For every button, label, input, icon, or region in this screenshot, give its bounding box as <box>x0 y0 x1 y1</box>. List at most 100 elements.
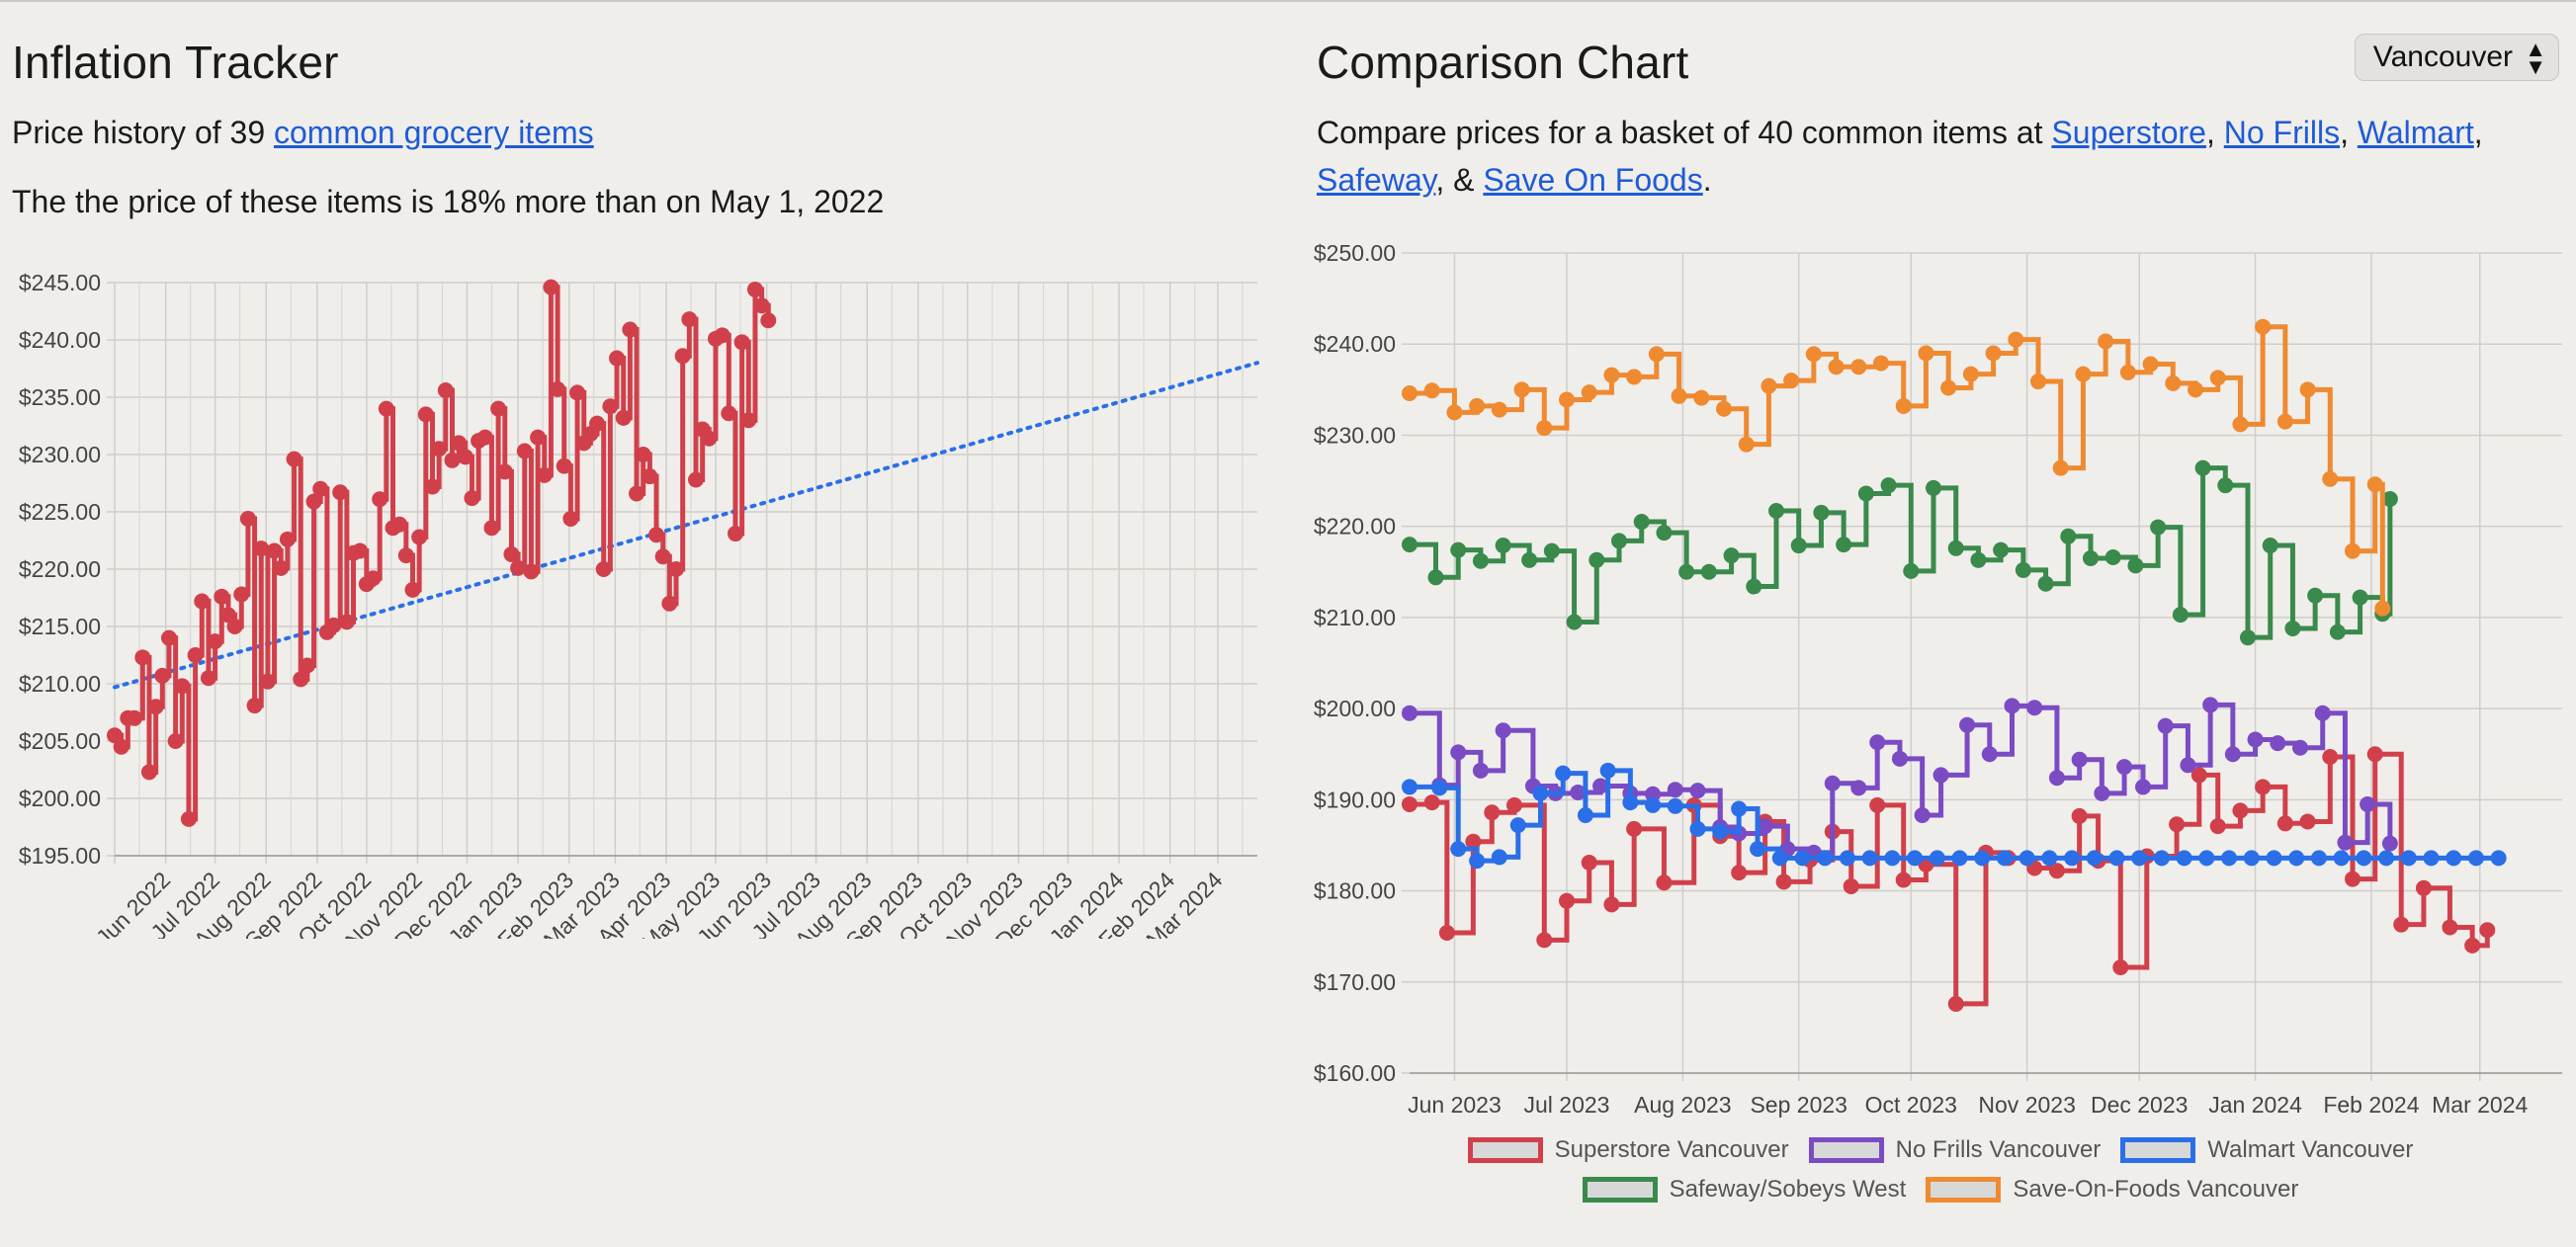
data-point <box>2292 739 2308 756</box>
data-point <box>397 547 414 564</box>
legend-item-walmart[interactable]: Walmart Vancouver <box>2120 1136 2413 1164</box>
data-point <box>1947 540 1964 556</box>
data-point <box>1559 892 1575 909</box>
data-point <box>1932 767 1949 784</box>
data-point <box>1813 504 1830 521</box>
series-line-1 <box>1410 702 2393 856</box>
inflation-subtitle: Price history of 39 common grocery items <box>12 109 1287 156</box>
inflation-tracker-panel: Inflation Tracker Price history of 39 co… <box>12 30 1287 220</box>
data-point <box>2041 850 2058 867</box>
comparison-panel: Comparison Chart Vancouver ▲ ▼ Compare pr… <box>1317 30 2567 204</box>
data-point <box>1423 382 1440 399</box>
data-point <box>404 581 421 598</box>
data-point <box>299 657 315 674</box>
y-tick-label: $205.00 <box>19 728 101 754</box>
y-tick-label: $210.00 <box>19 671 101 697</box>
data-point <box>1959 716 1976 733</box>
data-point <box>1484 804 1501 821</box>
data-point <box>1495 538 1511 554</box>
common-grocery-items-link[interactable]: common grocery items <box>274 115 594 150</box>
y-tick-label: $220.00 <box>19 556 101 582</box>
saveonfoods-link[interactable]: Save On Foods <box>1483 162 1702 198</box>
legend-item-superstore[interactable]: Superstore Vancouver <box>1467 1136 1789 1164</box>
data-point <box>1817 850 1834 867</box>
data-point <box>1603 367 1620 383</box>
data-point <box>1648 346 1665 363</box>
data-point <box>1495 722 1511 739</box>
data-point <box>1783 373 1800 389</box>
data-point <box>160 629 177 646</box>
legend-item-safeway[interactable]: Safeway/Sobeys West <box>1582 1176 1906 1204</box>
data-point <box>1861 850 1878 867</box>
legend-label: Save-On-Foods Vancouver <box>2013 1176 2299 1203</box>
data-point <box>2071 807 2088 824</box>
data-point <box>2307 587 2324 604</box>
comparison-description: Compare prices for a basket of 40 common… <box>1317 115 2483 198</box>
city-select[interactable]: Vancouver ▲ ▼ <box>2354 34 2559 81</box>
data-point <box>1771 850 1788 867</box>
data-point <box>147 699 164 715</box>
data-point <box>1589 551 1605 568</box>
data-point <box>1712 823 1729 840</box>
data-point <box>1506 796 1522 813</box>
data-point <box>332 484 349 501</box>
data-point <box>431 441 448 457</box>
data-point <box>246 698 263 714</box>
y-tick-label: $225.00 <box>19 499 101 525</box>
data-point <box>503 545 520 562</box>
safeway-link[interactable]: Safeway <box>1317 162 1435 198</box>
data-point <box>2400 850 2417 867</box>
data-point <box>2356 850 2372 867</box>
data-point <box>2310 850 2327 867</box>
data-point <box>293 671 309 688</box>
y-tick-label: $240.00 <box>19 327 101 353</box>
data-point <box>1918 345 1934 362</box>
data-point <box>2142 356 2159 373</box>
data-point <box>2232 802 2249 819</box>
data-point <box>1472 762 1489 779</box>
data-point <box>2176 850 2192 867</box>
data-point <box>701 430 718 447</box>
data-point <box>746 281 763 297</box>
data-point <box>2322 748 2339 765</box>
data-point <box>1907 850 1924 867</box>
data-point <box>200 670 216 687</box>
data-point <box>1469 397 1486 414</box>
data-point <box>1794 850 1811 867</box>
legend-item-saveonfoods[interactable]: Save-On-Foods Vancouver <box>1926 1176 2298 1204</box>
data-point <box>2288 850 2305 867</box>
data-point <box>1532 785 1549 801</box>
data-point <box>1895 872 1912 888</box>
data-point <box>1850 359 1867 375</box>
superstore-link[interactable]: Superstore <box>2051 115 2206 150</box>
data-point <box>1839 850 1855 867</box>
data-point <box>654 548 671 565</box>
data-point <box>437 382 454 399</box>
trend-line <box>113 361 1259 690</box>
nofrills-link[interactable]: No Frills <box>2224 115 2340 150</box>
data-point <box>2299 813 2316 830</box>
data-point <box>134 649 151 666</box>
y-tick-label: $250.00 <box>1314 240 1396 266</box>
data-point <box>174 678 191 695</box>
data-point <box>727 526 743 542</box>
data-point <box>733 334 750 351</box>
data-point <box>286 451 302 467</box>
data-point <box>1873 355 1889 372</box>
data-point <box>1402 795 1417 812</box>
data-point <box>424 478 441 495</box>
legend-item-nofrills[interactable]: No Frills Vancouver <box>1808 1136 2101 1164</box>
data-point <box>2108 850 2125 867</box>
data-point <box>378 400 394 417</box>
data-point <box>1427 569 1444 586</box>
data-point <box>1469 853 1486 870</box>
data-point <box>1985 345 2002 362</box>
data-point <box>1731 800 1748 817</box>
data-point <box>1962 366 1979 382</box>
y-tick-label: $180.00 <box>1314 878 1396 904</box>
data-point <box>1689 783 1706 799</box>
data-point <box>2083 549 2099 566</box>
walmart-link[interactable]: Walmart <box>2358 115 2474 150</box>
data-point <box>476 429 493 446</box>
data-point <box>1689 820 1706 837</box>
